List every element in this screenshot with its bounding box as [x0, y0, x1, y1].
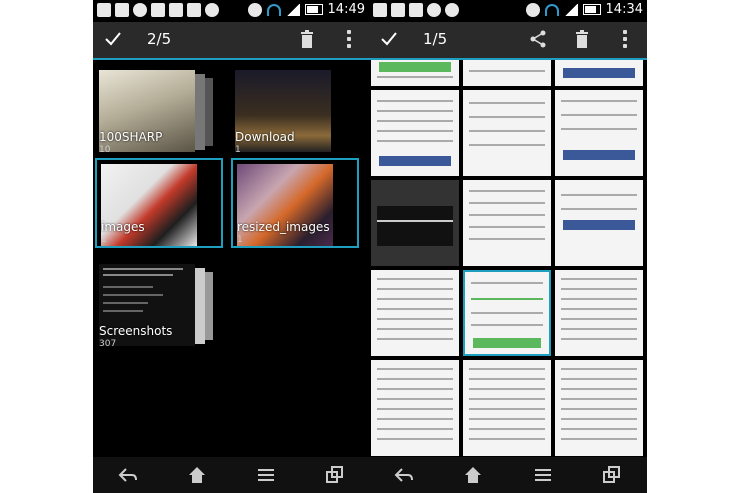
- check-icon[interactable]: [103, 29, 123, 49]
- album-resized-images[interactable]: resized_images 1: [231, 158, 359, 248]
- notification-icon: [445, 3, 459, 17]
- signal-icon: [285, 3, 300, 16]
- menu-icon[interactable]: [255, 464, 277, 486]
- album-100sharp[interactable]: 100SHARP 10: [95, 66, 223, 156]
- notification-icon: [115, 3, 129, 17]
- notification-icon: [205, 3, 219, 17]
- notification-icon: [409, 3, 423, 17]
- status-bar: 14:34: [369, 0, 647, 22]
- album-count: 10: [99, 145, 111, 155]
- back-icon[interactable]: [393, 464, 415, 486]
- album-name: Screenshots: [99, 324, 173, 338]
- grid-image[interactable]: [555, 180, 643, 266]
- wifi-icon: [544, 3, 559, 16]
- home-icon[interactable]: [186, 464, 208, 486]
- battery-icon: [582, 4, 601, 15]
- back-icon[interactable]: [117, 464, 139, 486]
- action-bar: 2/5: [93, 22, 369, 60]
- status-time: 14:34: [605, 2, 643, 17]
- alarm-icon: [247, 2, 262, 17]
- alarm-icon: [525, 2, 540, 17]
- recent-apps-icon[interactable]: [601, 464, 623, 486]
- share-icon[interactable]: [529, 30, 547, 48]
- battery-icon: [304, 4, 323, 15]
- album-images[interactable]: images 1: [95, 158, 223, 248]
- album-name: resized_images: [237, 220, 330, 234]
- action-bar: 1/5: [369, 22, 647, 60]
- notification-icon: [187, 3, 201, 17]
- left-phone-screen: 14:49 2/5 100SHARP 10 Download 1 images …: [93, 0, 369, 493]
- album-count: 1: [237, 235, 243, 245]
- album-name: 100SHARP: [99, 130, 163, 144]
- notification-icons: [97, 3, 219, 17]
- check-icon[interactable]: [379, 29, 399, 49]
- album-count: 307: [99, 339, 117, 349]
- grid-image[interactable]: [371, 180, 459, 266]
- album-count: 1: [235, 145, 241, 155]
- overflow-menu-icon[interactable]: [347, 30, 351, 48]
- album-download[interactable]: Download 1: [231, 66, 359, 156]
- grid-image[interactable]: [371, 270, 459, 356]
- grid-image[interactable]: [463, 180, 551, 266]
- grid-image[interactable]: [371, 360, 459, 456]
- trash-icon[interactable]: [300, 30, 314, 48]
- grid-image[interactable]: [371, 90, 459, 176]
- grid-image-selected[interactable]: [463, 270, 551, 356]
- notification-icon: [169, 3, 183, 17]
- navigation-bar: [93, 457, 369, 493]
- grid-image[interactable]: [463, 90, 551, 176]
- signal-icon: [563, 3, 578, 16]
- grid-image[interactable]: [463, 60, 551, 86]
- grid-image[interactable]: [555, 360, 643, 456]
- notification-icon: [97, 3, 111, 17]
- album-name: Download: [235, 130, 295, 144]
- recent-apps-icon[interactable]: [324, 464, 346, 486]
- notification-icon: [133, 3, 147, 17]
- trash-icon[interactable]: [575, 30, 589, 48]
- home-icon[interactable]: [462, 464, 484, 486]
- menu-icon[interactable]: [532, 464, 554, 486]
- overflow-menu-icon[interactable]: [623, 30, 627, 48]
- notification-icons: [373, 3, 459, 17]
- grid-image[interactable]: [555, 270, 643, 356]
- album-name: images: [101, 220, 145, 234]
- status-bar: 14:49: [93, 0, 369, 22]
- notification-icon: [151, 3, 165, 17]
- grid-image[interactable]: [371, 60, 459, 86]
- notification-icon: [373, 3, 387, 17]
- selection-count: 2/5: [147, 30, 172, 48]
- right-phone-screen: 14:34 1/5: [369, 0, 647, 493]
- wifi-icon: [266, 3, 281, 16]
- notification-icon: [427, 3, 441, 17]
- status-time: 14:49: [327, 2, 365, 17]
- grid-image[interactable]: [463, 360, 551, 456]
- album-screenshots[interactable]: Screenshots 307: [95, 260, 223, 350]
- selection-count: 1/5: [423, 30, 448, 48]
- grid-image[interactable]: [555, 90, 643, 176]
- grid-image[interactable]: [555, 60, 643, 86]
- navigation-bar: [369, 457, 647, 493]
- notification-icon: [391, 3, 405, 17]
- album-count: 1: [101, 235, 107, 245]
